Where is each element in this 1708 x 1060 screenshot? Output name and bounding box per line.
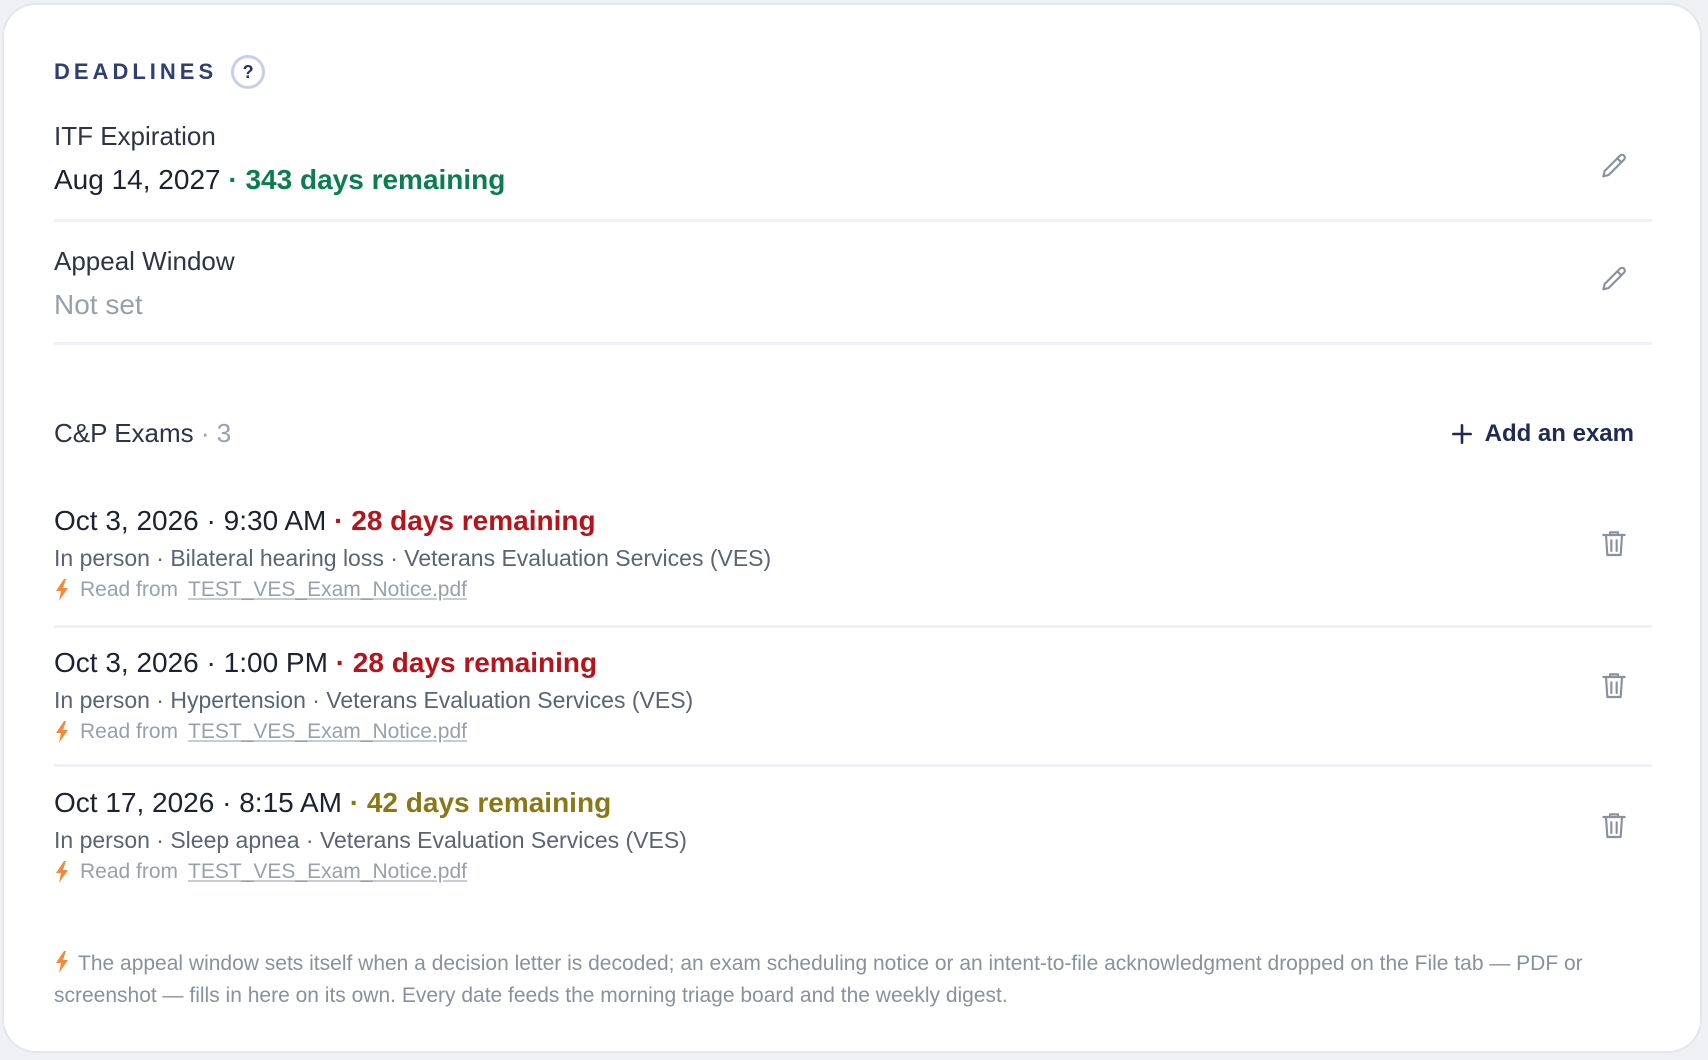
bolt-icon bbox=[56, 721, 68, 743]
exam-source: Read from TEST_VES_Exam_Notice.pdf bbox=[54, 578, 1652, 602]
deadlines-card: DEADLINES ? ITF Expiration Aug 14, 2027 … bbox=[2, 3, 1702, 1053]
exam-row: Oct 3, 2026 · 9:30 AM · 28 days remainin… bbox=[54, 505, 1652, 628]
exam-days-remaining: · 28 days remaining bbox=[335, 647, 598, 678]
add-exam-button[interactable]: Add an exam bbox=[1449, 420, 1634, 448]
appeal-value: Not set bbox=[54, 289, 143, 320]
itf-date: Aug 14, 2027 bbox=[54, 164, 221, 195]
plus-icon bbox=[1451, 423, 1472, 444]
footnote-text: The appeal window sets itself when a dec… bbox=[54, 952, 1583, 1007]
source-prefix: Read from bbox=[80, 720, 179, 743]
source-file-link[interactable]: TEST_VES_Exam_Notice.pdf bbox=[188, 860, 467, 884]
trash-icon bbox=[1602, 673, 1626, 699]
exams-title: C&P Exams bbox=[54, 418, 194, 448]
pencil-icon bbox=[1602, 153, 1626, 178]
help-button[interactable]: ? bbox=[231, 55, 266, 89]
edit-appeal-button[interactable] bbox=[1596, 262, 1632, 298]
delete-exam-button[interactable] bbox=[1596, 525, 1632, 561]
itf-value: Aug 14, 2027 · 343 days remaining bbox=[54, 164, 1652, 196]
bolt-icon bbox=[56, 951, 68, 973]
exam-details: In person · Hypertension · Veterans Eval… bbox=[54, 687, 694, 713]
appeal-window-row: Appeal Window Not set bbox=[54, 246, 1652, 345]
exam-row: Oct 17, 2026 · 8:15 AM · 42 days remaini… bbox=[54, 787, 1652, 897]
card-header: DEADLINES ? bbox=[54, 55, 266, 89]
bolt-icon bbox=[56, 579, 68, 601]
delete-exam-button[interactable] bbox=[1596, 807, 1632, 843]
add-exam-label: Add an exam bbox=[1484, 419, 1634, 447]
source-file-link[interactable]: TEST_VES_Exam_Notice.pdf bbox=[188, 720, 467, 744]
exam-days-remaining: · 42 days remaining bbox=[349, 787, 612, 818]
itf-days-remaining: · 343 days remaining bbox=[228, 164, 506, 195]
trash-icon bbox=[1602, 813, 1626, 839]
exam-row: Oct 3, 2026 · 1:00 PM · 28 days remainin… bbox=[54, 647, 1652, 767]
itf-label: ITF Expiration bbox=[54, 121, 216, 151]
exam-datetime: Oct 3, 2026 · 1:00 PM bbox=[54, 647, 328, 678]
source-prefix: Read from bbox=[80, 860, 179, 883]
source-file-link[interactable]: TEST_VES_Exam_Notice.pdf bbox=[188, 578, 467, 602]
exam-datetime: Oct 17, 2026 · 8:15 AM bbox=[54, 787, 342, 818]
exams-count: · 3 bbox=[200, 418, 232, 448]
itf-expiration-row: ITF Expiration Aug 14, 2027 · 343 days r… bbox=[54, 121, 1652, 222]
exams-header: C&P Exams · 3 Add an exam bbox=[54, 418, 1652, 449]
exam-source: Read from TEST_VES_Exam_Notice.pdf bbox=[54, 720, 1652, 744]
delete-exam-button[interactable] bbox=[1596, 667, 1632, 703]
exams-title-group: C&P Exams · 3 bbox=[54, 418, 231, 449]
exam-datetime: Oct 3, 2026 · 9:30 AM bbox=[54, 505, 327, 536]
edit-itf-button[interactable] bbox=[1596, 149, 1632, 185]
source-prefix: Read from bbox=[80, 578, 179, 601]
exam-details: In person · Sleep apnea · Veterans Evalu… bbox=[54, 827, 687, 853]
exam-when: Oct 17, 2026 · 8:15 AM · 42 days remaini… bbox=[54, 787, 1652, 819]
bolt-icon bbox=[56, 861, 68, 883]
section-title: DEADLINES bbox=[54, 59, 218, 84]
trash-icon bbox=[1602, 531, 1626, 557]
appeal-label: Appeal Window bbox=[54, 246, 235, 276]
exam-when: Oct 3, 2026 · 9:30 AM · 28 days remainin… bbox=[54, 505, 1652, 537]
exam-details: In person · Bilateral hearing loss · Vet… bbox=[54, 545, 772, 571]
pencil-icon bbox=[1602, 266, 1626, 291]
footnote: The appeal window sets itself when a dec… bbox=[54, 948, 1622, 1012]
exam-days-remaining: · 28 days remaining bbox=[334, 505, 596, 536]
exam-when: Oct 3, 2026 · 1:00 PM · 28 days remainin… bbox=[54, 647, 1652, 679]
exam-source: Read from TEST_VES_Exam_Notice.pdf bbox=[54, 860, 1652, 884]
